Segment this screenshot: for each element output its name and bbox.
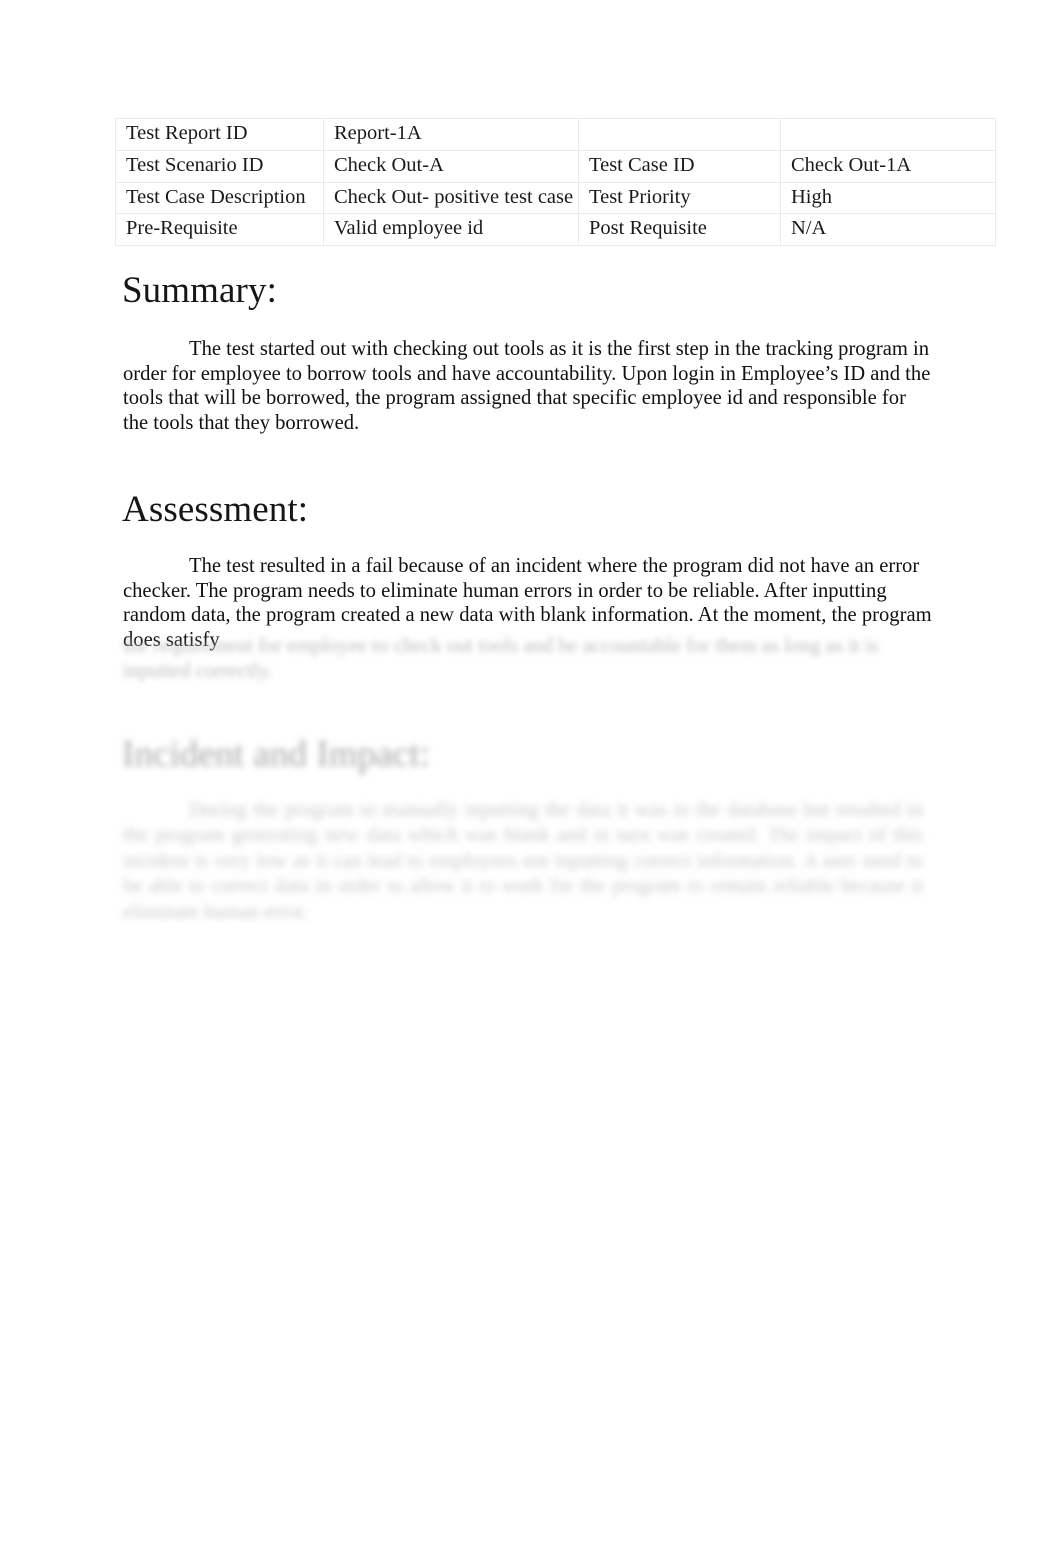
table-row: Test Report ID Report-1A: [115, 118, 996, 151]
table-cell-label: Test Priority: [578, 181, 781, 215]
table-cell-label: [578, 118, 781, 151]
table-cell-label: Post Requisite: [578, 213, 781, 247]
table-cell-label: Pre-Requisite: [115, 213, 324, 247]
assessment-heading: Assessment:: [122, 489, 309, 530]
table-row: Test Scenario ID Check Out-A Test Case I…: [115, 149, 996, 183]
table-cell-value: Check Out-1A: [780, 149, 996, 183]
table-row: Pre-Requisite Valid employee id Post Req…: [115, 213, 996, 247]
summary-heading: Summary:: [122, 270, 277, 311]
table-cell-value: [780, 118, 996, 151]
incident-and-impact-paragraph: During the program to manually inputting…: [123, 799, 923, 923]
table-cell-label: Test Case Description: [115, 181, 324, 215]
table-cell-label: Test Report ID: [115, 118, 324, 151]
table-row: Test Case Description Check Out- positiv…: [115, 181, 996, 215]
table-cell-label: Test Case ID: [578, 149, 781, 183]
incident-and-impact-heading: Incident and Impact:: [122, 734, 431, 775]
table-cell-value: Valid employee id: [323, 213, 579, 247]
summary-paragraph: The test started out with checking out t…: [123, 338, 931, 434]
table-cell-value: High: [780, 181, 996, 215]
table-cell-value: Check Out-A: [323, 149, 579, 183]
assessment-paragraph-blurred-tail: the requirement for employee to check ou…: [123, 635, 879, 682]
test-case-metadata-table: Test Report ID Report-1A Test Scenario I…: [115, 118, 996, 247]
document-page: Test Report ID Report-1A Test Scenario I…: [0, 0, 1062, 1561]
table-cell-value: Report-1A: [323, 118, 579, 151]
table-cell-label: Test Scenario ID: [115, 149, 324, 183]
table-cell-value: Check Out- positive test case: [323, 181, 579, 215]
table-cell-value: N/A: [780, 213, 996, 247]
